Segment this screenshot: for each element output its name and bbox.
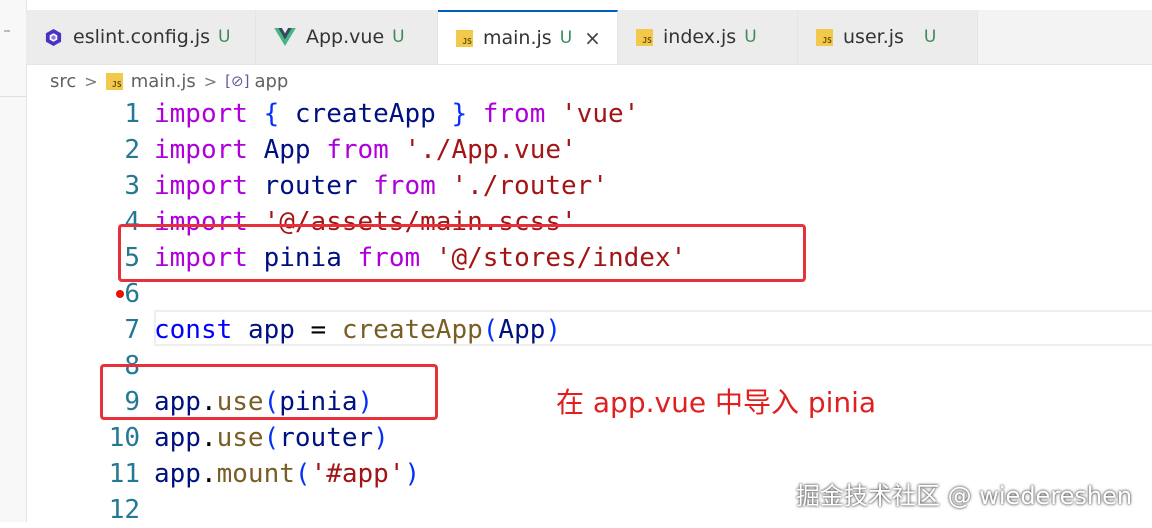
breadcrumb-folder[interactable]: src — [50, 71, 76, 92]
tab-user-js[interactable]: JS user.js U — [798, 10, 978, 64]
tab-main-js[interactable]: JS main.js U × — [438, 10, 618, 64]
code-text: import App from './App.vue' — [154, 135, 577, 165]
git-status-badge: U — [218, 27, 231, 47]
breadcrumb: src > JS main.js > [⊘] app — [50, 68, 288, 94]
line-number: 12 — [108, 495, 140, 525]
close-tab-icon[interactable]: × — [584, 26, 601, 50]
code-line: 7 const app = createApp(App) — [26, 310, 1152, 348]
js-file-icon: JS — [636, 28, 653, 46]
line-number: 1 — [124, 99, 140, 129]
gutter-mark — [4, 30, 10, 32]
annotation-box-use-pinia — [100, 364, 438, 420]
tab-label: App.vue — [306, 26, 385, 48]
tab-label: index.js — [663, 26, 737, 48]
code-line: 2 import App from './App.vue' — [26, 132, 1152, 168]
line-number: 3 — [124, 171, 140, 201]
tab-label: main.js — [483, 27, 552, 49]
editor-tab-bar: eslint.config.js U App.vue U JS main.js … — [26, 10, 1152, 65]
code-line: 10 app.use(router) — [26, 420, 1152, 456]
variable-symbol-icon: [⊘] — [225, 72, 250, 90]
js-file-icon: JS — [105, 72, 123, 90]
code-text: import { createApp } from 'vue' — [154, 99, 640, 129]
annotation-box-import-pinia — [118, 224, 806, 282]
eslint-icon — [45, 28, 62, 46]
annotation-text: 在 app.vue 中导入 pinia — [556, 386, 877, 419]
line-number: 11 — [108, 459, 140, 489]
tab-eslint-config[interactable]: eslint.config.js U — [26, 10, 256, 64]
chevron-right-icon: > — [84, 71, 98, 91]
js-file-icon: JS — [456, 29, 473, 47]
code-text: import router from './router' — [154, 171, 608, 201]
chevron-right-icon: > — [203, 71, 218, 91]
code-text: const app = createApp(App) — [154, 315, 562, 345]
tab-label: user.js — [843, 26, 904, 48]
line-number: 6 — [124, 279, 140, 309]
tab-app-vue[interactable]: App.vue U — [256, 10, 438, 64]
line-number: 10 — [108, 423, 140, 453]
code-line: 1 import { createApp } from 'vue' — [26, 96, 1152, 132]
breadcrumb-file[interactable]: main.js — [131, 71, 196, 92]
tab-index-js[interactable]: JS index.js U — [618, 10, 798, 64]
git-status-badge: U — [392, 27, 405, 47]
git-status-badge: U — [559, 28, 573, 48]
tab-label: eslint.config.js — [73, 26, 211, 48]
activity-bar-edge — [0, 0, 27, 522]
git-status-badge: U — [923, 27, 937, 47]
code-editor[interactable]: 1 import { createApp } from 'vue' 2 impo… — [26, 96, 1152, 525]
breadcrumb-symbol[interactable]: app — [254, 71, 288, 92]
vue-icon — [274, 28, 296, 46]
modified-indicator-dot — [116, 290, 124, 298]
line-number: 7 — [124, 315, 140, 345]
code-text: app.use(router) — [154, 423, 389, 453]
line-number: 2 — [124, 135, 140, 165]
watermark: 掘金技术社区 @ wiedereshen — [796, 482, 1133, 510]
gutter-divider — [0, 96, 26, 97]
js-file-icon: JS — [816, 28, 833, 46]
git-status-badge: U — [744, 27, 757, 47]
code-line: 3 import router from './router' — [26, 168, 1152, 204]
code-text: app.mount('#app') — [154, 459, 421, 489]
